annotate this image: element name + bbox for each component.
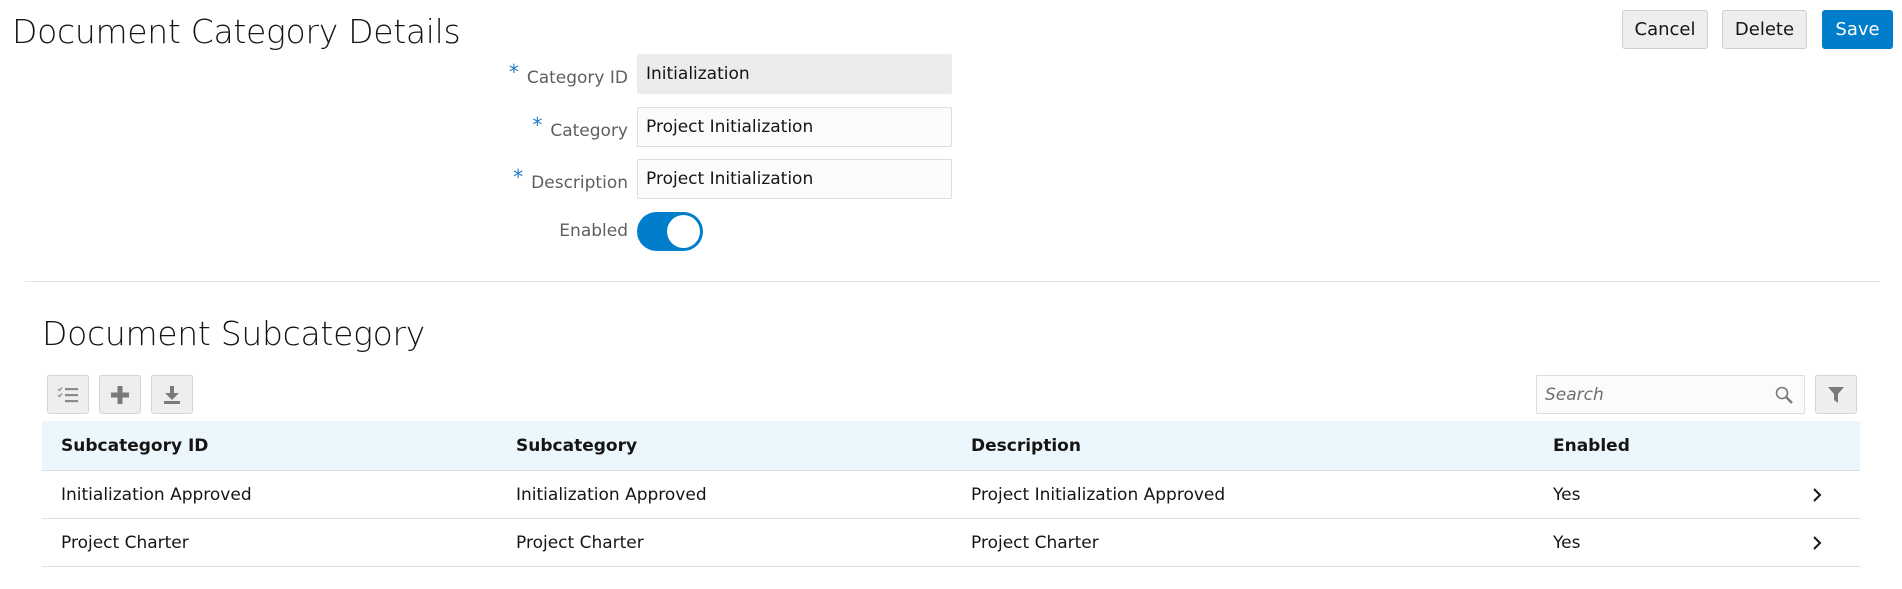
cell-subcategory: Project Charter [516, 533, 644, 553]
category-id-label: * Category ID [509, 60, 628, 88]
cell-enabled: Yes [1553, 485, 1581, 505]
filter-button[interactable] [1815, 375, 1857, 414]
cell-description: Project Charter [971, 533, 1099, 553]
column-header-subcategory-id[interactable]: Subcategory ID [61, 421, 208, 471]
download-icon [164, 385, 180, 404]
subcategory-table: Subcategory ID Subcategory Description E… [42, 421, 1860, 567]
description-label: * Description [513, 165, 628, 193]
cancel-button[interactable]: Cancel [1622, 10, 1708, 49]
table-header: Subcategory ID Subcategory Description E… [42, 421, 1860, 471]
save-button[interactable]: Save [1822, 10, 1893, 49]
category-label: * Category [532, 113, 628, 141]
category-id-field[interactable]: Initialization [637, 54, 952, 94]
table-row[interactable]: Initialization Approved Initialization A… [42, 471, 1860, 519]
delete-button[interactable]: Delete [1722, 10, 1807, 49]
category-label-text: Category [550, 121, 628, 141]
section-divider [25, 281, 1880, 282]
select-rows-button[interactable] [47, 375, 89, 414]
required-indicator: * [532, 113, 543, 137]
enabled-toggle[interactable] [637, 212, 703, 251]
cell-enabled: Yes [1553, 533, 1581, 553]
export-button[interactable] [151, 375, 193, 414]
category-id-label-text: Category ID [526, 68, 628, 88]
category-field[interactable]: Project Initialization [637, 107, 952, 147]
chevron-right-icon[interactable] [1811, 487, 1823, 503]
filter-icon [1828, 386, 1844, 403]
column-header-subcategory[interactable]: Subcategory [516, 421, 637, 471]
add-button[interactable] [99, 375, 141, 414]
search-box [1536, 375, 1805, 414]
table-row[interactable]: Project Charter Project Charter Project … [42, 519, 1860, 567]
plus-icon [111, 385, 129, 404]
required-indicator: * [508, 60, 519, 84]
column-header-description[interactable]: Description [971, 421, 1081, 471]
subcategory-title: Document Subcategory [42, 314, 425, 353]
toggle-knob [667, 215, 700, 248]
cell-subcategory-id: Project Charter [61, 533, 189, 553]
cell-subcategory-id: Initialization Approved [61, 485, 252, 505]
required-indicator: * [513, 165, 524, 189]
search-icon[interactable] [1774, 385, 1794, 405]
cell-description: Project Initialization Approved [971, 485, 1226, 505]
search-input[interactable] [1537, 376, 1757, 413]
description-field[interactable]: Project Initialization [637, 159, 952, 199]
page-title: Document Category Details [12, 12, 461, 51]
cell-subcategory: Initialization Approved [516, 485, 707, 505]
checklist-icon [57, 386, 78, 402]
enabled-label: Enabled [559, 221, 628, 241]
column-header-enabled[interactable]: Enabled [1553, 421, 1630, 471]
chevron-right-icon[interactable] [1811, 535, 1823, 551]
description-label-text: Description [531, 173, 628, 193]
